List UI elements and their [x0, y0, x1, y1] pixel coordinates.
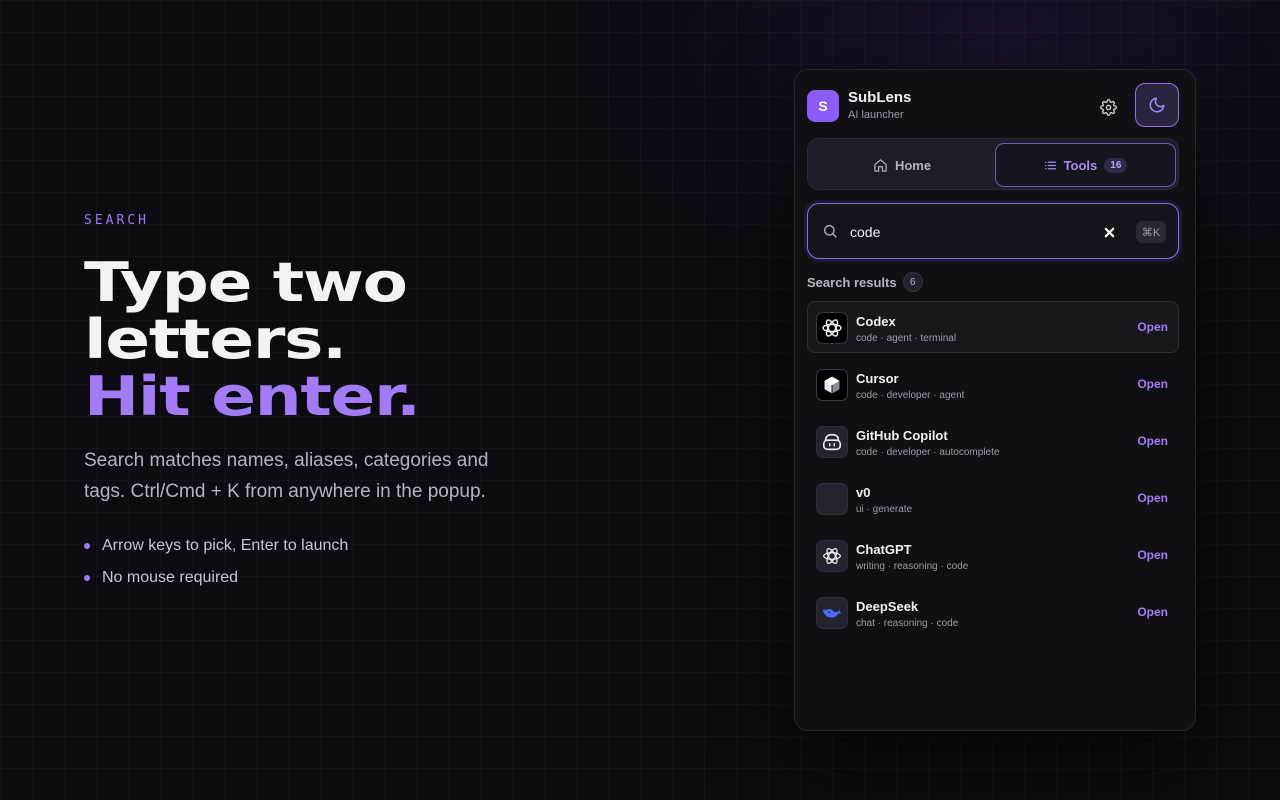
- result-name: Codex: [856, 314, 896, 329]
- result-row-v0[interactable]: v0 ui · generate Open: [807, 472, 1179, 524]
- feature-list: Arrow keys to pick, Enter to launch No m…: [84, 530, 564, 594]
- tab-home[interactable]: Home: [812, 143, 992, 187]
- placeholder-icon: [816, 483, 848, 515]
- eyebrow-label: SEARCH: [84, 213, 149, 228]
- moon-icon: [1149, 97, 1165, 113]
- feature-text: Arrow keys to pick, Enter to launch: [102, 537, 349, 554]
- whale-icon: [816, 597, 848, 629]
- headline-line-3: Hit enter.: [84, 365, 421, 428]
- open-button[interactable]: Open: [1137, 434, 1168, 448]
- feature-item: No mouse required: [84, 562, 564, 594]
- shortcut-hint: ⌘K: [1136, 221, 1166, 243]
- feature-text: No mouse required: [102, 569, 239, 586]
- feature-item: Arrow keys to pick, Enter to launch: [84, 530, 564, 562]
- result-name: Cursor: [856, 371, 899, 386]
- headline: Type two letters. Hit enter.: [84, 254, 564, 425]
- settings-button[interactable]: [1095, 94, 1121, 120]
- open-button[interactable]: Open: [1137, 605, 1168, 619]
- results-count-badge: 6: [902, 272, 923, 292]
- list-icon: [1044, 161, 1056, 169]
- open-button[interactable]: Open: [1137, 377, 1168, 391]
- copilot-icon: [816, 426, 848, 458]
- result-row-github-copilot[interactable]: GitHub Copilot code · developer · autoco…: [807, 415, 1179, 467]
- result-tags: chat · reasoning · code: [856, 618, 959, 629]
- app-subtitle: AI launcher: [848, 109, 904, 121]
- search-icon: [823, 224, 837, 238]
- tools-count-badge: 16: [1104, 157, 1128, 173]
- openai-icon: [816, 312, 848, 344]
- tab-tools[interactable]: Tools 16: [995, 143, 1176, 187]
- result-name: GitHub Copilot: [856, 428, 948, 443]
- launcher-popup: S SubLens AI launcher Home Tools 16 code…: [794, 69, 1196, 731]
- tab-tools-label: Tools: [1063, 157, 1098, 173]
- gear-icon: [1099, 98, 1117, 116]
- result-row-chatgpt[interactable]: ChatGPT writing · reasoning · code Open: [807, 529, 1179, 581]
- result-tags: writing · reasoning · code: [856, 561, 969, 572]
- result-tags: code · developer · agent: [856, 390, 965, 401]
- bullet-dot-icon: [84, 575, 90, 581]
- result-tags: ui · generate: [856, 504, 913, 515]
- results-header: Search results 6: [807, 272, 923, 292]
- app-name: SubLens: [848, 89, 912, 106]
- popup-header: S SubLens AI launcher: [807, 83, 1179, 128]
- search-input[interactable]: [850, 220, 1090, 244]
- search-box: ⌘K: [807, 203, 1179, 259]
- app-logo: S: [807, 90, 839, 122]
- cube-icon: [816, 369, 848, 401]
- result-tags: code · developer · autocomplete: [856, 447, 1000, 458]
- open-button[interactable]: Open: [1137, 320, 1168, 334]
- result-name: v0: [856, 485, 871, 500]
- bullet-dot-icon: [84, 543, 90, 549]
- tab-bar: Home Tools 16: [807, 138, 1179, 190]
- hero-section: SEARCH Type two letters. Hit enter. Sear…: [84, 213, 564, 594]
- hero-description: Search matches names, aliases, categorie…: [84, 450, 489, 502]
- results-title: Search results: [807, 274, 897, 290]
- open-button[interactable]: Open: [1137, 491, 1168, 505]
- result-name: ChatGPT: [856, 542, 912, 557]
- open-button[interactable]: Open: [1137, 548, 1168, 562]
- result-row-deepseek[interactable]: DeepSeek chat · reasoning · code Open: [807, 586, 1179, 638]
- result-name: DeepSeek: [856, 599, 919, 614]
- result-row-cursor[interactable]: Cursor code · developer · agent Open: [807, 358, 1179, 410]
- result-row-codex[interactable]: Codex code · agent · terminal Open: [807, 301, 1179, 353]
- tab-home-label: Home: [894, 157, 932, 173]
- theme-toggle-button[interactable]: [1135, 83, 1179, 127]
- results-list: Codex code · agent · terminal Open Curso…: [807, 301, 1179, 643]
- clear-search-icon[interactable]: [1100, 223, 1118, 241]
- home-icon: [874, 158, 887, 172]
- result-tags: code · agent · terminal: [856, 333, 957, 344]
- openai-icon: [816, 540, 848, 572]
- headline-line-2: letters.: [84, 308, 347, 371]
- headline-line-1: Type two: [84, 251, 408, 314]
